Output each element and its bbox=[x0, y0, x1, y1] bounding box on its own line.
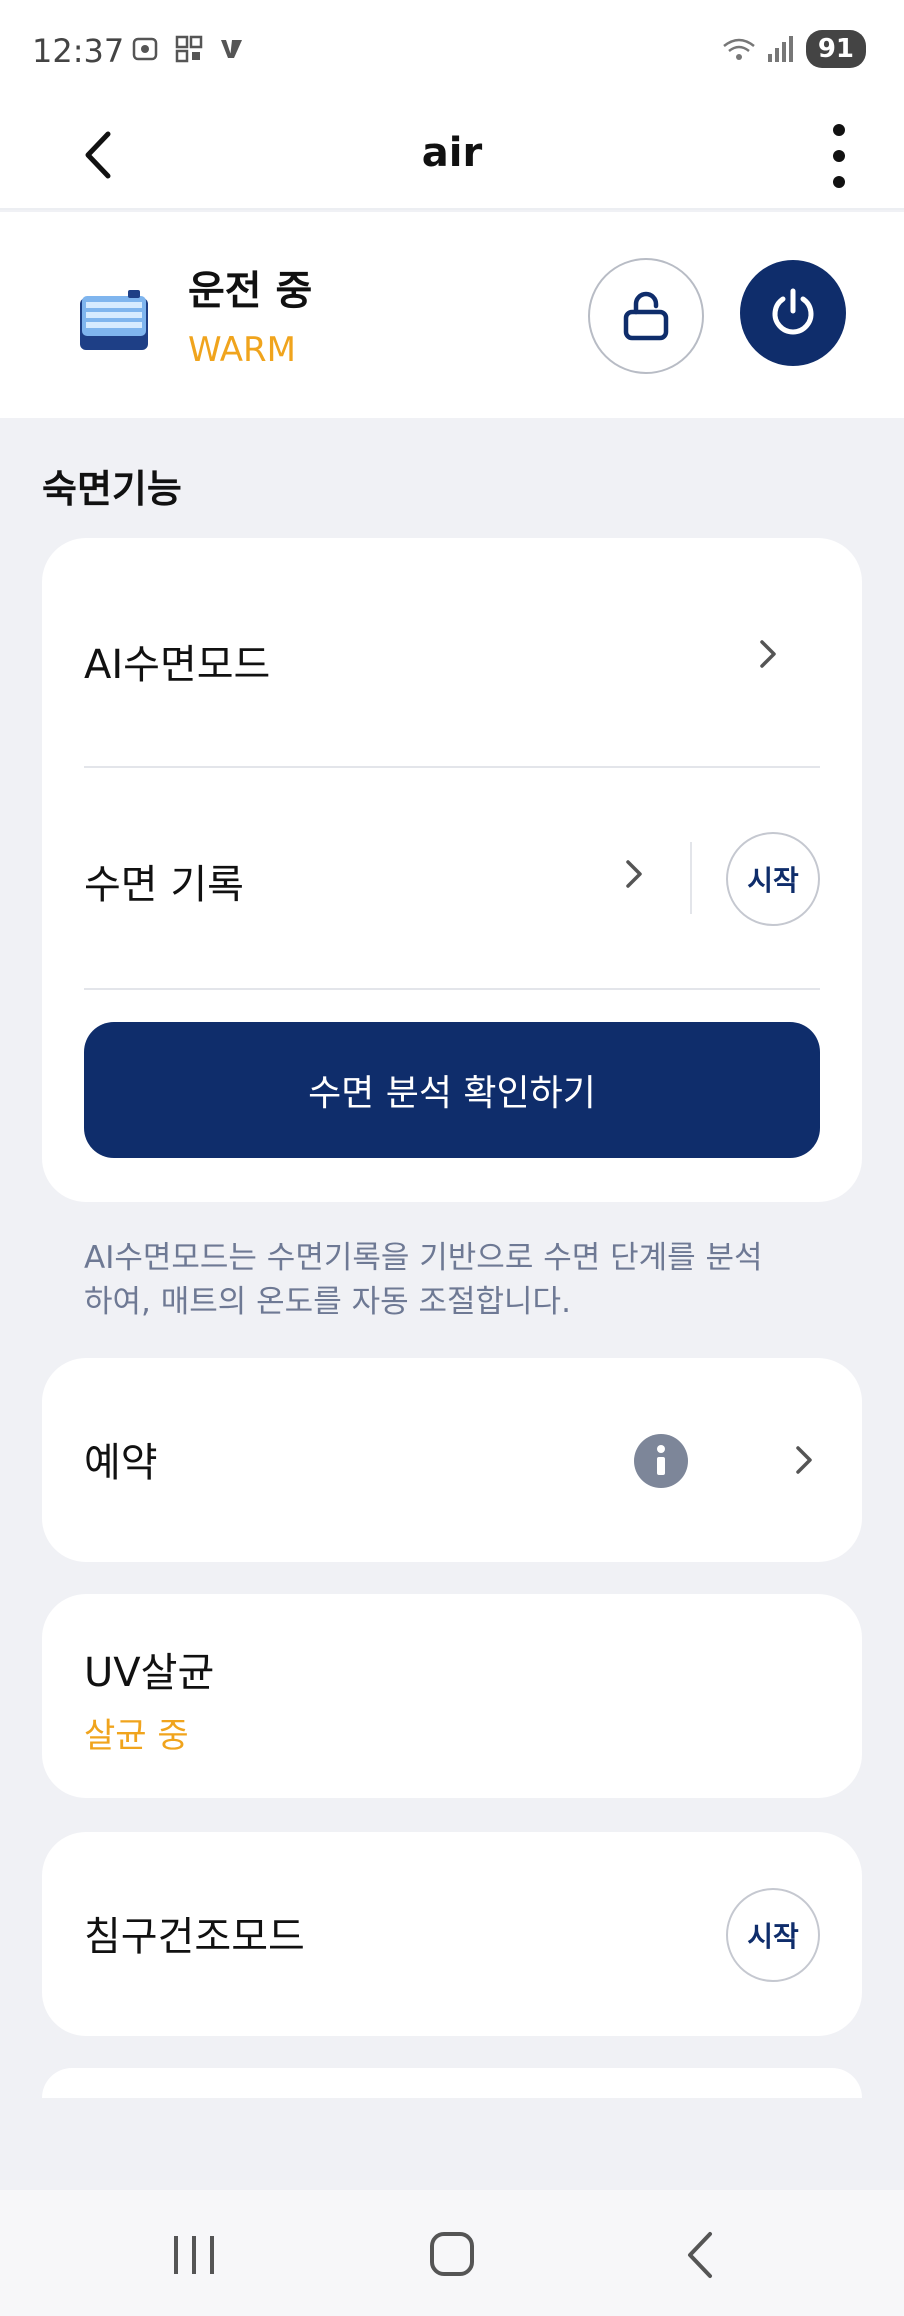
vertical-divider bbox=[690, 842, 692, 914]
reservation-label: 예약 bbox=[84, 1440, 158, 1486]
bedding-dry-label: 침구건조모드 bbox=[84, 1914, 305, 1960]
uv-sterilization-card[interactable]: UV살균 살균 중 bbox=[42, 1594, 862, 1798]
device-status-panel: 운전 중 WARM bbox=[0, 212, 904, 418]
status-left-icons bbox=[130, 34, 248, 64]
bedding-dry-start-button[interactable]: 시작 bbox=[726, 1888, 820, 1982]
sleep-analysis-button[interactable]: 수면 분석 확인하기 bbox=[84, 1022, 820, 1158]
ai-sleep-mode-label: AI수면모드 bbox=[84, 642, 271, 688]
device-mode-label: WARM bbox=[188, 330, 296, 370]
divider bbox=[84, 988, 820, 990]
nav-back-icon[interactable] bbox=[660, 2220, 740, 2290]
sleep-record-start-button[interactable]: 시작 bbox=[726, 832, 820, 926]
sleep-record-row[interactable]: 수면 기록 bbox=[42, 768, 642, 986]
battery-indicator: 91 bbox=[805, 30, 866, 68]
reservation-card[interactable]: 예약 bbox=[42, 1358, 862, 1562]
system-nav-bar bbox=[0, 2190, 904, 2316]
info-glyph-icon bbox=[657, 1445, 665, 1475]
home-icon[interactable] bbox=[412, 2220, 492, 2290]
uv-label: UV살균 bbox=[84, 1650, 215, 1696]
more-options-icon[interactable] bbox=[814, 116, 864, 196]
status-right: 91 bbox=[722, 30, 866, 68]
sleep-record-label: 수면 기록 bbox=[84, 862, 244, 908]
ai-sleep-note: AI수면모드는 수면기록을 기반으로 수면 단계를 분석하여, 매트의 온도를 … bbox=[84, 1240, 763, 1320]
app-bar: air bbox=[0, 100, 904, 210]
signal-icon bbox=[767, 36, 793, 62]
ai-sleep-mode-row[interactable]: AI수면모드 bbox=[42, 538, 862, 766]
info-icon[interactable] bbox=[634, 1434, 688, 1488]
chevron-right-icon bbox=[626, 860, 642, 888]
recent-apps-icon[interactable] bbox=[154, 2220, 234, 2290]
power-button[interactable] bbox=[740, 260, 846, 366]
sleep-card: AI수면모드 수면 기록 시작 수면 분석 확인하기 bbox=[42, 538, 862, 1202]
next-card-partial bbox=[42, 2068, 862, 2098]
wifi-icon bbox=[723, 38, 755, 60]
status-bar: 12:37 91 bbox=[0, 0, 904, 100]
chevron-right-icon bbox=[760, 640, 776, 668]
lock-button[interactable] bbox=[588, 258, 704, 374]
uv-status: 살균 중 bbox=[84, 1716, 189, 1756]
unlock-icon bbox=[623, 291, 669, 341]
screenshot-icon bbox=[132, 37, 158, 61]
qr-icon bbox=[175, 35, 203, 63]
device-state-label: 운전 중 bbox=[188, 268, 313, 314]
vpn-icon bbox=[221, 40, 242, 58]
mattress-device-icon bbox=[80, 290, 148, 350]
page-title: air bbox=[421, 130, 483, 176]
screen: 12:37 91 air 운전 중 WARM 숙면기능 AI수면모드 수면 기록… bbox=[0, 0, 904, 2316]
status-time: 12:37 bbox=[32, 32, 125, 70]
bedding-dry-card: 침구건조모드 시작 bbox=[42, 1832, 862, 2036]
scroll-fade bbox=[0, 2098, 904, 2190]
power-icon bbox=[772, 288, 814, 335]
chevron-right-icon bbox=[796, 1446, 812, 1474]
sleep-section-title: 숙면기능 bbox=[42, 467, 182, 511]
